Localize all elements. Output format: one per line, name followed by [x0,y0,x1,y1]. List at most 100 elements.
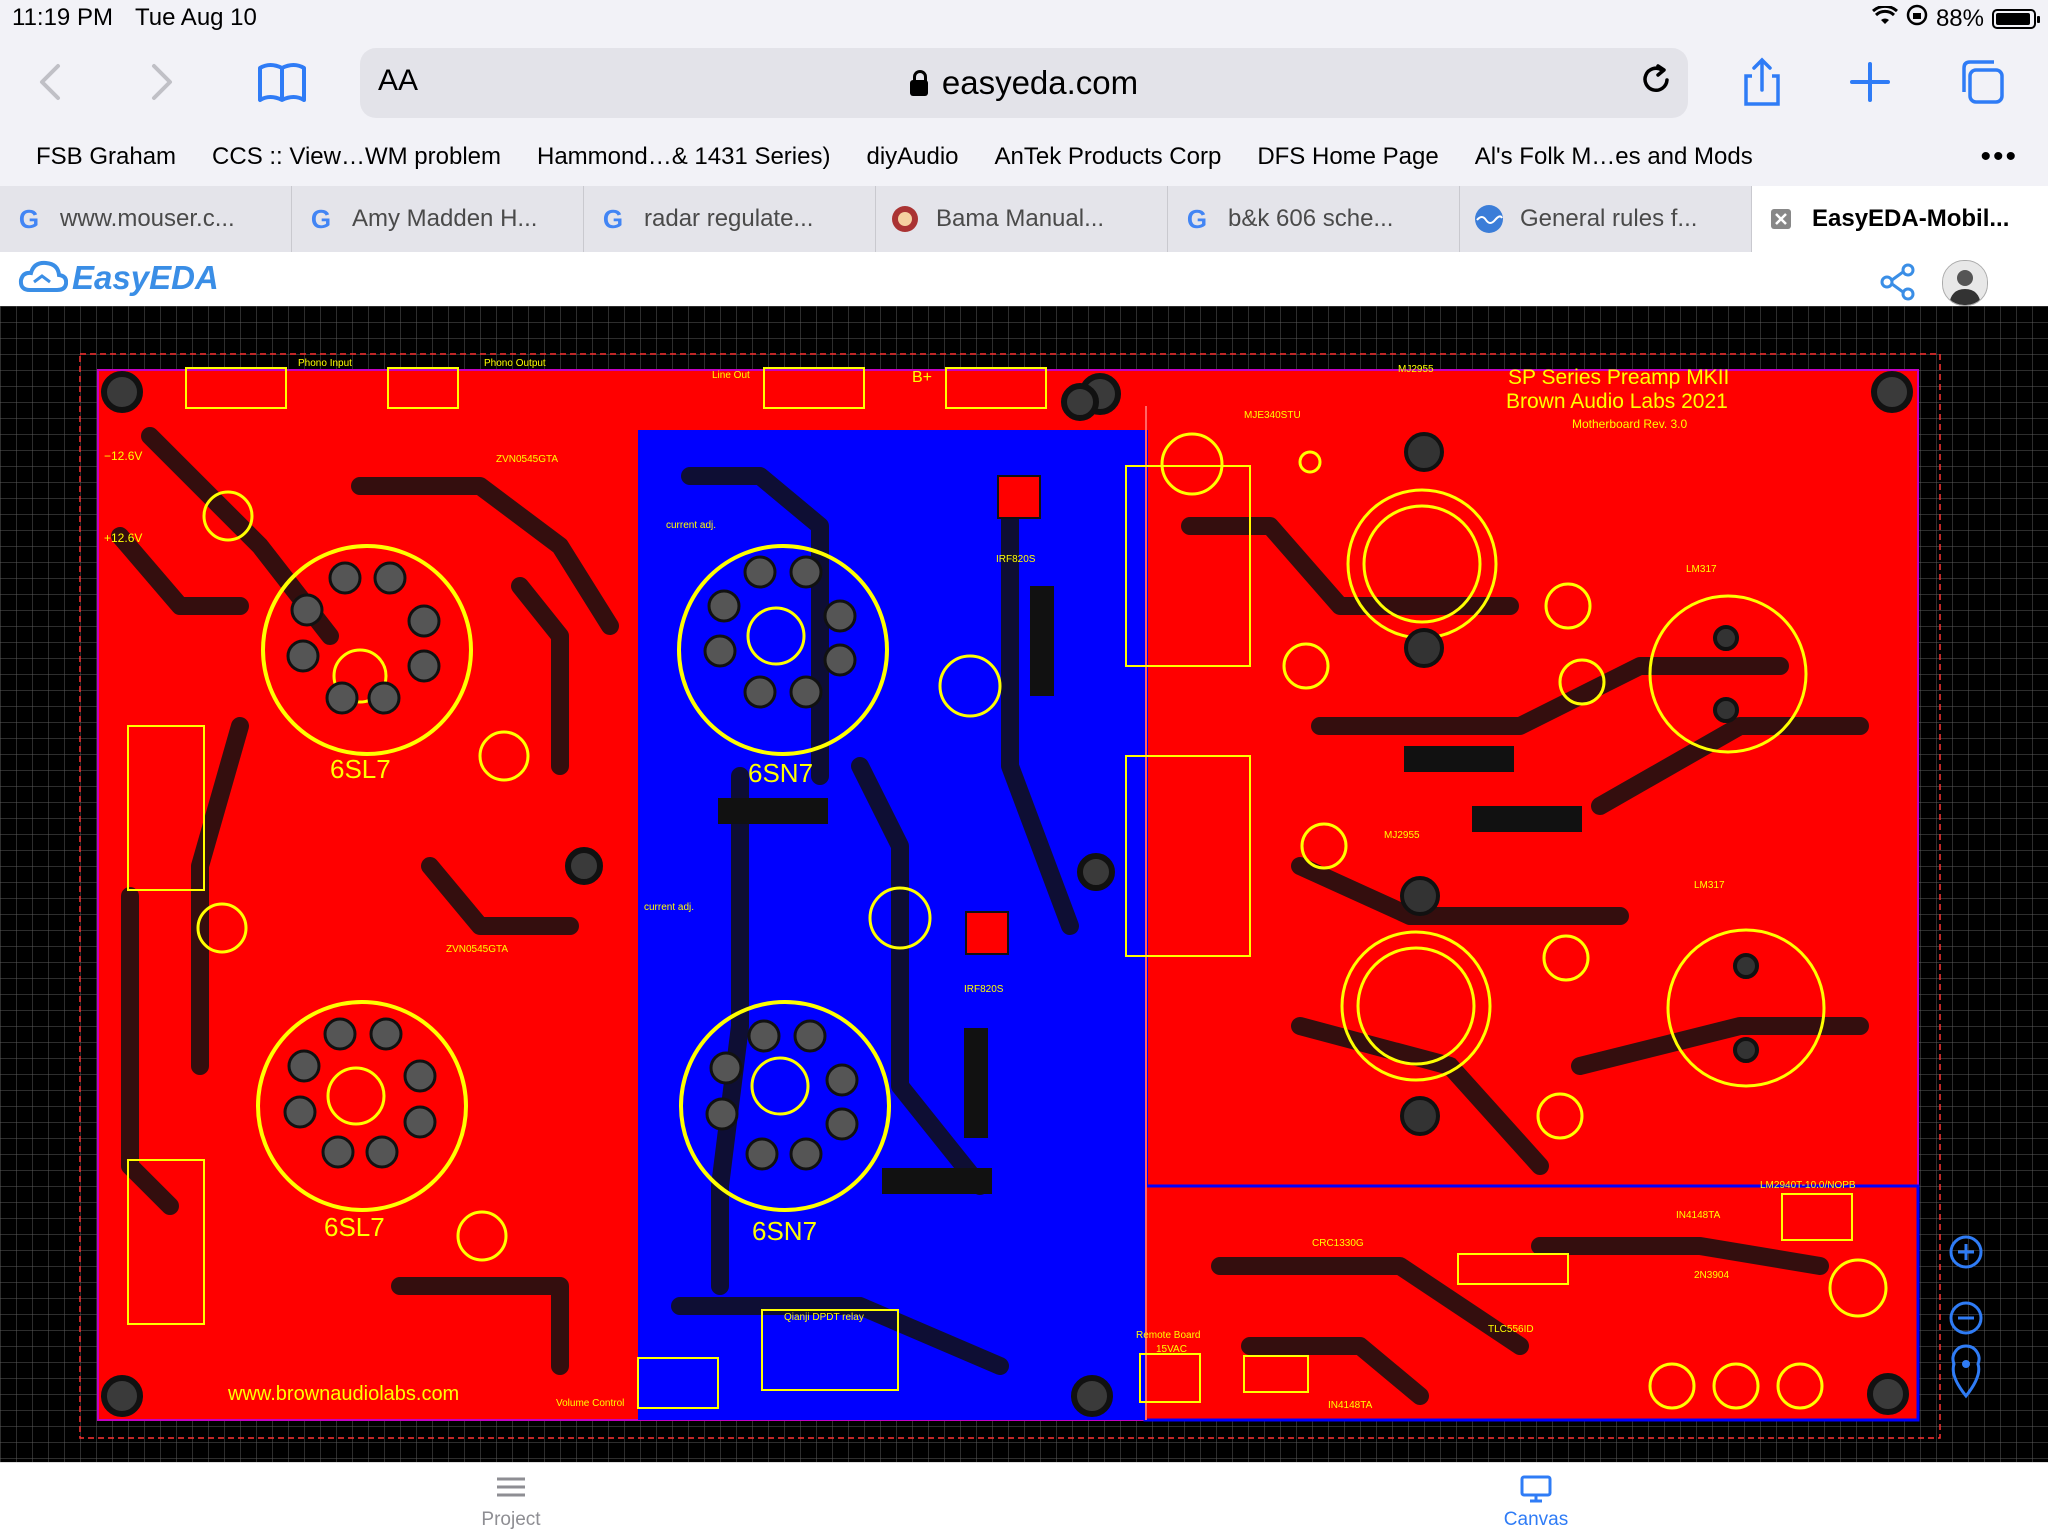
bookmark-link[interactable]: CCS :: View…WM problem [212,143,501,171]
tab-label: radar regulate... [644,205,814,232]
status-bar: 11:19 PM Tue Aug 10 88% [0,0,2048,40]
tab-label: General rules f... [1520,205,1698,232]
bookmarks-bar: FSB Graham CCS :: View…WM problem Hammon… [0,128,2048,186]
pcb-label: Volume Control [556,1398,624,1409]
pcb-label: IRF820S [964,984,1004,995]
bookmark-link[interactable]: Al's Folk M…es and Mods [1475,143,1753,171]
canvas-tab[interactable]: Canvas [1476,1473,1596,1531]
pcb-website: www.brownaudiolabs.com [227,1383,459,1405]
pcb-label: −12.6V [104,449,142,463]
status-time: 11:19 PM [12,4,113,31]
tab-label: Bama Manual... [936,205,1105,232]
pcb-label: Phono Input [298,358,352,369]
chevron-right-icon [152,64,172,100]
pcb-label: current adj. [666,520,716,531]
book-icon [258,63,306,102]
tab-label: b&k 606 sche... [1228,205,1394,232]
easyeda-logo[interactable]: EasyEDA [18,258,219,298]
tab-bar: Gwww.mouser.c... G Amy Madden H... Gradar… [0,186,2048,252]
pcb-label: 15VAC [1156,1344,1187,1355]
tab-label: EasyEDA-Mobil... [1812,205,2010,232]
bookmarks-button[interactable] [254,54,310,110]
pcb-label: MJ2955 [1384,830,1420,841]
google-icon: G [1186,203,1208,234]
rotation-lock-icon [1906,4,1928,33]
browser-tab[interactable]: Gradar regulate... [584,186,876,252]
monitor-icon [1520,1475,1552,1503]
tab-label: Amy Madden H... [352,205,538,232]
pcb-label: Remote Board [1136,1330,1200,1341]
google-icon: G [602,203,624,234]
pcb-label: IN4148TA [1328,1400,1373,1411]
pcb-label: LM317 [1694,880,1725,891]
close-icon[interactable] [1766,204,1796,234]
wifi-icon [1871,4,1898,33]
more-icon[interactable]: ••• [1980,140,2018,174]
list-icon [497,1477,525,1497]
tube-label: 6SN7 [752,1216,817,1246]
avatar[interactable] [1942,260,1988,306]
reload-button[interactable] [1636,60,1676,110]
chevron-left-icon [40,64,60,100]
tabs-icon [1962,60,2004,104]
browser-tab[interactable]: Bama Manual... [876,186,1168,252]
bookmark-link[interactable]: Hammond…& 1431 Series) [537,143,830,171]
pcb-label: IN4148TA [1676,1210,1721,1221]
pcb-label: Phono Output [484,358,546,369]
battery-percent: 88% [1935,4,1984,32]
browser-tab[interactable]: Gb&k 606 sche... [1168,186,1460,252]
logo-text: EasyEDA [72,259,219,296]
tube-label: 6SL7 [324,1212,385,1242]
browser-tab[interactable]: G Amy Madden H... [292,186,584,252]
pcb-label: B+ [912,369,932,386]
google-icon: G [18,203,40,234]
pcb-label: MJE340STU [1244,410,1301,421]
status-date: Tue Aug 10 [135,4,257,31]
browser-tab-active[interactable]: EasyEDA-Mobil... [1752,186,2048,252]
pcb-label: +12.6V [104,531,142,545]
browser-toolbar: AA easyeda.com [0,40,2048,128]
browser-tab[interactable]: Gwww.mouser.c... [0,186,292,252]
project-tab[interactable]: Project [451,1473,571,1531]
share-network-icon[interactable] [1878,262,1918,302]
pcb-canvas[interactable]: SP Series Preamp MKII Brown Audio Labs 2… [0,306,2048,1462]
pcb-label: MJ2955 [1398,364,1434,375]
url-text: easyeda.com [941,64,1139,101]
bama-icon [890,204,920,234]
share-button[interactable] [1734,54,1790,110]
pcb-label: CRC1330G [1312,1238,1364,1249]
status-right: 88% [1871,4,2040,33]
tab-label: www.mouser.c... [60,205,235,232]
forward-button[interactable] [132,54,188,110]
tabs-overview-button[interactable] [1954,54,2010,110]
lock-icon [909,70,928,96]
reload-icon [1643,64,1669,92]
tube-label: 6SN7 [748,758,813,788]
back-button[interactable] [24,54,80,110]
pcb-label: TLC556ID [1488,1324,1534,1335]
pcb-label: LM317 [1686,564,1717,575]
pcb-drawing[interactable]: SP Series Preamp MKII Brown Audio Labs 2… [0,306,2048,1462]
pcb-label: ZVN0545GTA [446,944,508,955]
plus-icon [1850,62,1890,102]
bookmark-link[interactable]: DFS Home Page [1257,143,1438,171]
pcb-label: ZVN0545GTA [496,454,558,465]
url-display: easyeda.com [360,64,1688,102]
bookmark-link[interactable]: AnTek Products Corp [995,143,1222,171]
project-tab-label: Project [481,1509,541,1530]
new-tab-button[interactable] [1842,54,1898,110]
cloud-icon [18,260,68,292]
address-bar[interactable]: AA easyeda.com [360,48,1688,118]
pcb-subtitle: Motherboard Rev. 3.0 [1572,417,1687,431]
pcb-label: Line Out [712,370,750,381]
pcb-title-line: Brown Audio Labs 2021 [1506,390,1728,413]
pcb-label: 2N3904 [1694,1270,1729,1281]
pcb-label: LM2940T-10.0/NOPB [1760,1180,1856,1191]
bookmark-link[interactable]: FSB Graham [36,143,176,171]
app-header: EasyEDA [0,252,2048,306]
battery-icon [1992,8,2040,29]
bookmark-link[interactable]: diyAudio [866,143,958,171]
browser-tab[interactable]: General rules f... [1460,186,1752,252]
pcb-label: current adj. [644,902,694,913]
share-icon [1744,57,1780,106]
